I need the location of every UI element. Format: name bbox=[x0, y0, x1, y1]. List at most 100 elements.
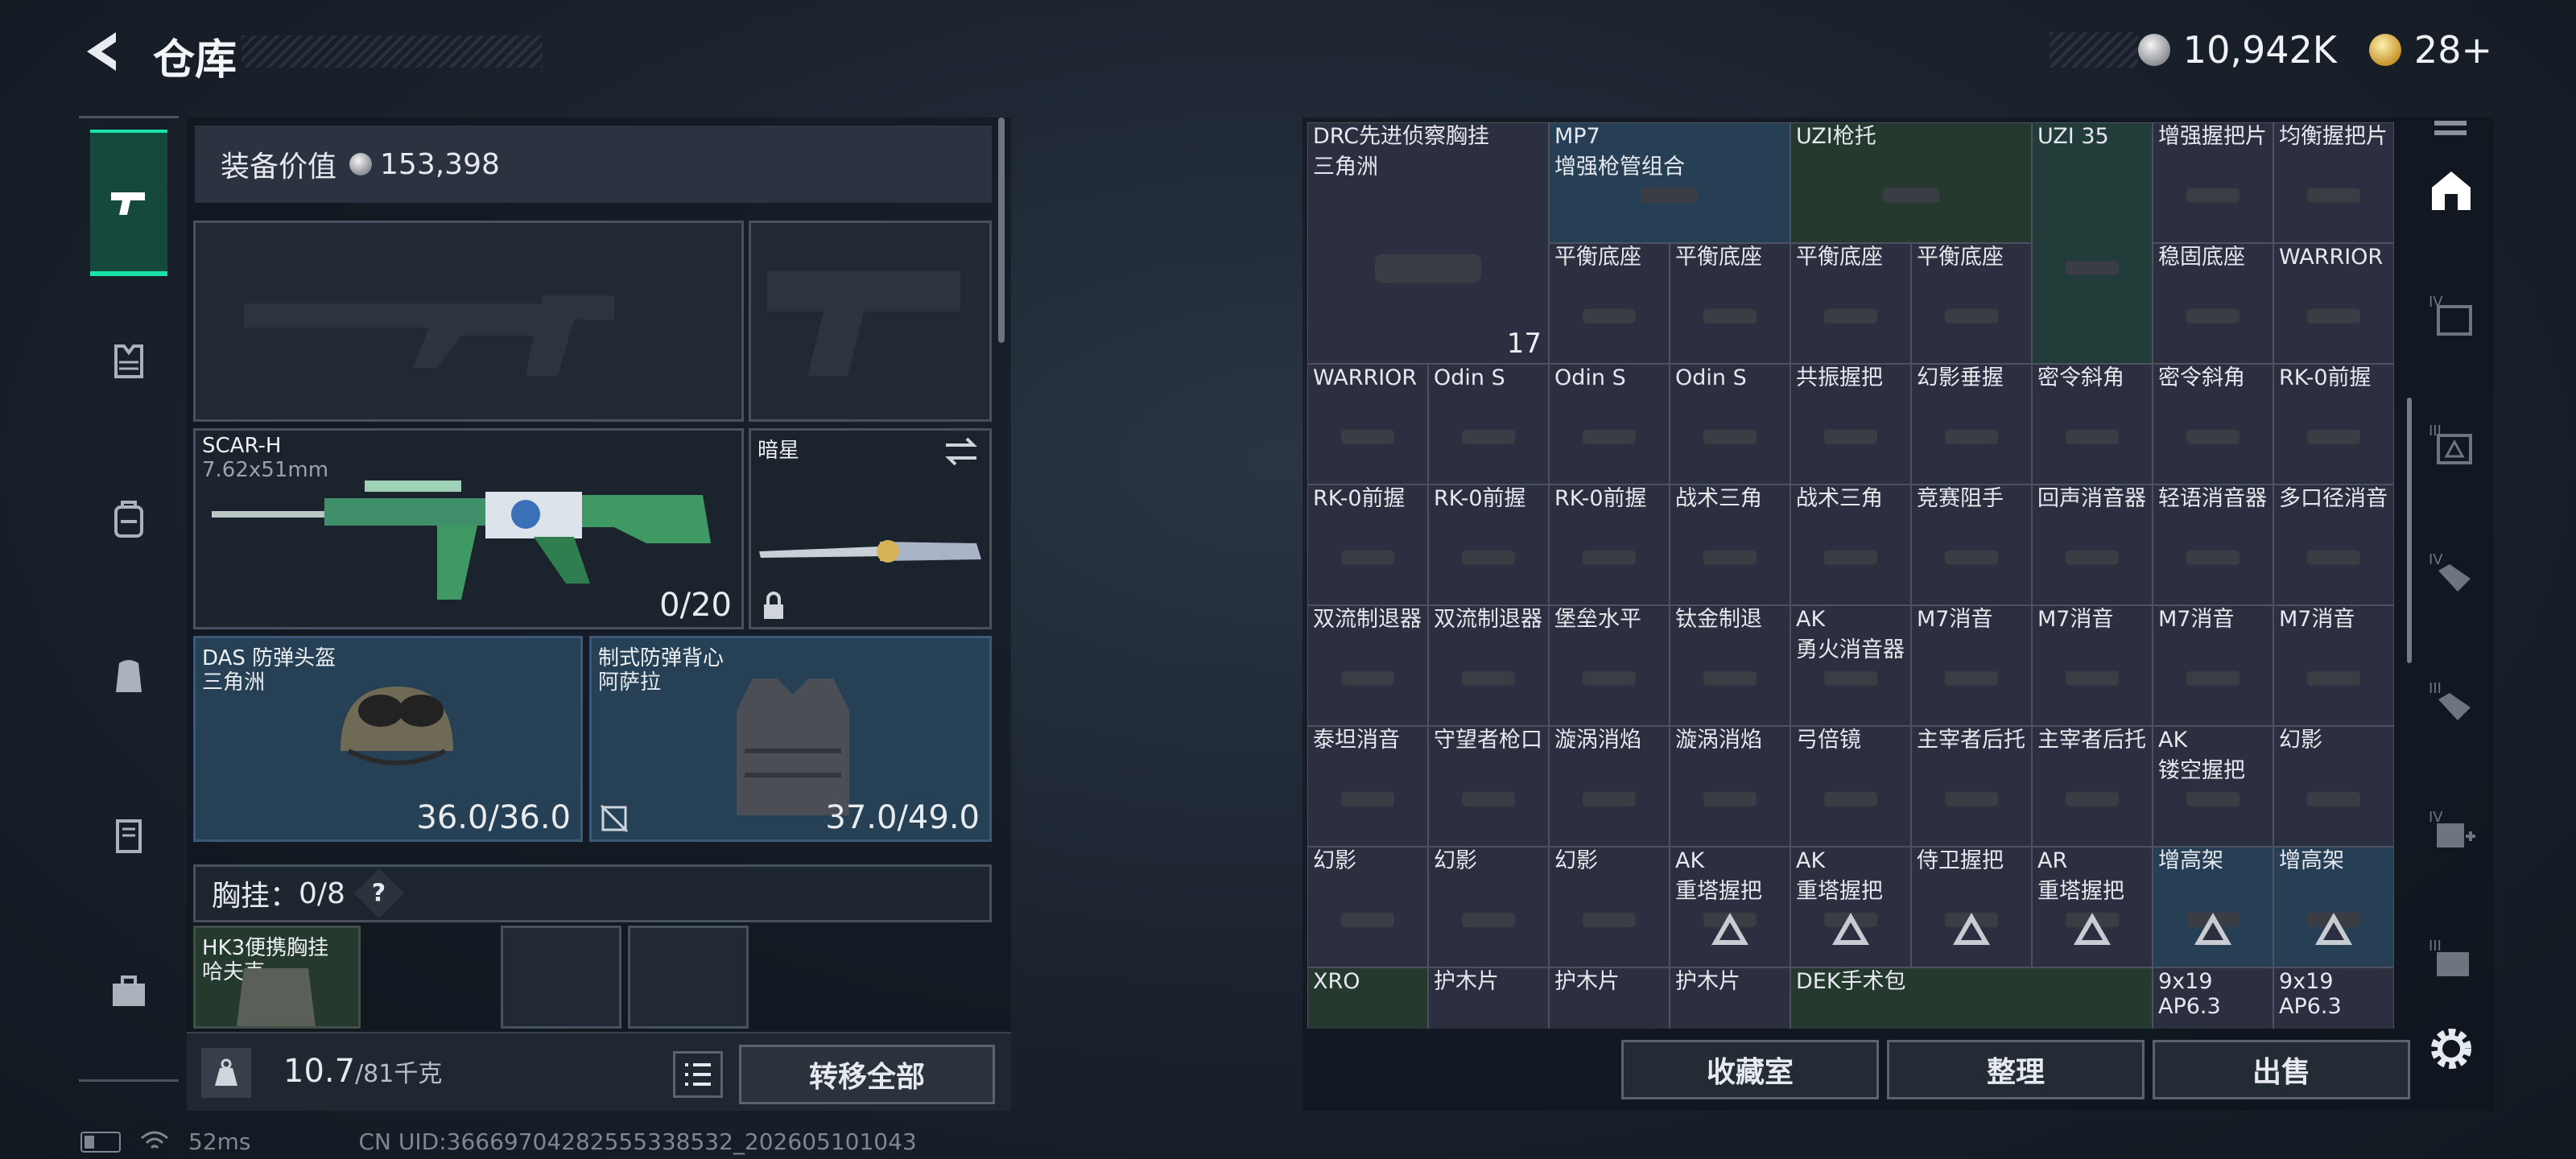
tab-tier-iii[interactable]: III bbox=[2415, 399, 2487, 488]
nav-weapons[interactable] bbox=[90, 130, 167, 276]
storage-item[interactable]: 双流制退器 bbox=[1307, 605, 1428, 726]
storage-item[interactable]: 多口径消音 bbox=[2273, 485, 2394, 605]
storage-item[interactable]: M7消音 bbox=[1911, 605, 2032, 726]
nav-case[interactable] bbox=[90, 761, 167, 907]
storage-item[interactable]: 均衡握把片 bbox=[2273, 122, 2394, 243]
storage-item[interactable]: 9x19 AP6.3 bbox=[2273, 967, 2394, 1029]
nav-armor[interactable] bbox=[90, 287, 167, 434]
equipment-scrollbar[interactable] bbox=[998, 118, 1005, 343]
storage-item[interactable]: Odin S bbox=[1428, 364, 1549, 485]
gold-amount[interactable]: 28+ bbox=[2414, 28, 2492, 72]
storage-item[interactable]: AK 重塔握把 bbox=[1670, 847, 1790, 967]
storage-item[interactable]: RK-0前握 bbox=[2273, 364, 2394, 485]
storage-item[interactable]: 回声消音器 bbox=[2032, 485, 2153, 605]
back-arrow-icon[interactable] bbox=[77, 26, 126, 77]
storage-item[interactable]: 护木片 bbox=[1670, 967, 1790, 1029]
storage-item[interactable]: 轻语消音器 bbox=[2153, 485, 2273, 605]
storage-item[interactable]: UZI 35 bbox=[2032, 122, 2153, 364]
storage-item[interactable]: 战术三角 bbox=[1670, 485, 1790, 605]
storage-item[interactable]: 密令斜角 bbox=[2032, 364, 2153, 485]
organize-button[interactable]: 整理 bbox=[1887, 1040, 2145, 1099]
storage-item[interactable]: 幻影 bbox=[2273, 726, 2394, 847]
storage-item[interactable]: RK-0前握 bbox=[1428, 485, 1549, 605]
storage-item[interactable]: 漩涡消焰 bbox=[1670, 726, 1790, 847]
storage-item[interactable]: 战术三角 bbox=[1790, 485, 1911, 605]
storage-item[interactable]: 共振握把 bbox=[1790, 364, 1911, 485]
storage-item[interactable]: AK 勇火消音器 bbox=[1790, 605, 1911, 726]
storage-item[interactable]: AK 镂空握把 bbox=[2153, 726, 2273, 847]
tab-storage[interactable] bbox=[2415, 146, 2487, 235]
sidearm-slot-empty[interactable] bbox=[749, 221, 992, 422]
nav-rig[interactable] bbox=[90, 603, 167, 749]
storage-item[interactable]: MP7 增强枪管组合 bbox=[1549, 122, 1790, 243]
helmet-slot[interactable]: DAS 防弹头盔 三角洲 36.0/36.0 bbox=[193, 636, 583, 842]
list-view-button[interactable] bbox=[673, 1051, 723, 1098]
storage-item[interactable]: RK-0前握 bbox=[1549, 485, 1670, 605]
storage-item[interactable]: 平衡底座 bbox=[1790, 243, 1911, 364]
help-icon[interactable]: ? bbox=[353, 868, 405, 919]
tab-tier-iii-med[interactable]: III bbox=[2415, 657, 2487, 745]
transfer-all-button[interactable]: 转移全部 bbox=[739, 1045, 995, 1104]
storage-item[interactable]: 漩涡消焰 bbox=[1549, 726, 1670, 847]
battery-icon bbox=[80, 1131, 121, 1153]
storage-item[interactable]: M7消音 bbox=[2032, 605, 2153, 726]
storage-item[interactable]: 钛金制退 bbox=[1670, 605, 1790, 726]
settings-gear-icon[interactable] bbox=[2423, 1021, 2479, 1077]
storage-item[interactable]: DEK手术包 bbox=[1790, 967, 2153, 1029]
storage-item[interactable]: 主宰者后托 bbox=[1911, 726, 2032, 847]
storage-item[interactable]: 幻影垂握 bbox=[1911, 364, 2032, 485]
storage-item[interactable]: XRO bbox=[1307, 967, 1428, 1029]
vest-slot[interactable]: 制式防弹背心 阿萨拉 37.0/49.0 bbox=[589, 636, 992, 842]
storage-item[interactable]: DRC先进侦察胸挂 三角洲 17 bbox=[1307, 122, 1549, 364]
tab-tier-iv-med[interactable]: IV bbox=[2415, 528, 2487, 617]
storage-item[interactable]: 主宰者后托 bbox=[2032, 726, 2153, 847]
tab-tier-iv[interactable]: IV bbox=[2415, 270, 2487, 359]
storage-item[interactable]: 稳固底座 bbox=[2153, 243, 2273, 364]
chest-rig-slot[interactable]: HK3便携胸挂 哈夫克 bbox=[193, 926, 361, 1029]
storage-item[interactable]: 堡垒水平 bbox=[1549, 605, 1670, 726]
storage-item[interactable]: 守望者枪口 bbox=[1428, 726, 1549, 847]
storage-item[interactable]: 竞赛阻手 bbox=[1911, 485, 2032, 605]
storage-item[interactable]: AR 重塔握把 bbox=[2032, 847, 2153, 967]
storage-item[interactable]: 双流制退器 bbox=[1428, 605, 1549, 726]
storage-item[interactable]: UZI枪托 bbox=[1790, 122, 2032, 243]
storage-item[interactable]: 护木片 bbox=[1549, 967, 1670, 1029]
storage-item[interactable]: 增高架 bbox=[2153, 847, 2273, 967]
primary-weapon-slot[interactable]: SCAR-H 7.62x51mm 0/20 bbox=[193, 428, 744, 629]
storage-item[interactable]: AK 重塔握把 bbox=[1790, 847, 1911, 967]
storage-item[interactable]: 幻影 bbox=[1549, 847, 1670, 967]
collection-room-button[interactable]: 收藏室 bbox=[1621, 1040, 1879, 1099]
sell-button[interactable]: 出售 bbox=[2153, 1040, 2410, 1099]
storage-item[interactable]: WARRIOR bbox=[1307, 364, 1428, 485]
storage-item[interactable]: Odin S bbox=[1549, 364, 1670, 485]
nav-backpack[interactable] bbox=[90, 445, 167, 592]
storage-item[interactable]: RK-0前握 bbox=[1307, 485, 1428, 605]
storage-item[interactable]: 增高架 bbox=[2273, 847, 2394, 967]
storage-item[interactable]: 平衡底座 bbox=[1911, 243, 2032, 364]
storage-item[interactable]: 9x19 AP6.3 bbox=[2153, 967, 2273, 1029]
storage-item[interactable]: 侍卫握把 bbox=[1911, 847, 2032, 967]
tab-tier-iii-2[interactable]: III bbox=[2415, 914, 2487, 1003]
storage-item[interactable]: M7消音 bbox=[2153, 605, 2273, 726]
storage-item[interactable]: 泰坦消音 bbox=[1307, 726, 1428, 847]
pocket-slot-2[interactable] bbox=[628, 926, 749, 1029]
storage-item[interactable]: 弓倍镜 bbox=[1790, 726, 1911, 847]
storage-item[interactable]: 密令斜角 bbox=[2153, 364, 2273, 485]
storage-item[interactable]: Odin S bbox=[1670, 364, 1790, 485]
storage-item[interactable]: 护木片 bbox=[1428, 967, 1549, 1029]
primary-weapon-slot-empty[interactable] bbox=[193, 221, 744, 422]
nav-toolbox[interactable] bbox=[90, 918, 167, 1065]
storage-item[interactable]: 增强握把片 bbox=[2153, 122, 2273, 243]
swap-icon[interactable] bbox=[941, 435, 981, 468]
storage-item[interactable]: 幻影 bbox=[1428, 847, 1549, 967]
pocket-slot-1[interactable] bbox=[501, 926, 621, 1029]
storage-item[interactable]: M7消音 bbox=[2273, 605, 2394, 726]
storage-item[interactable]: 平衡底座 bbox=[1670, 243, 1790, 364]
storage-item[interactable]: WARRIOR bbox=[2273, 243, 2394, 364]
melee-slot[interactable]: 暗星 bbox=[749, 428, 992, 629]
storage-item[interactable]: 平衡底座 bbox=[1549, 243, 1670, 364]
helmet-icon bbox=[341, 687, 453, 765]
item-icon bbox=[1824, 791, 1877, 806]
storage-item[interactable]: 幻影 bbox=[1307, 847, 1428, 967]
tab-tier-iv-plus[interactable]: IV bbox=[2415, 786, 2487, 874]
